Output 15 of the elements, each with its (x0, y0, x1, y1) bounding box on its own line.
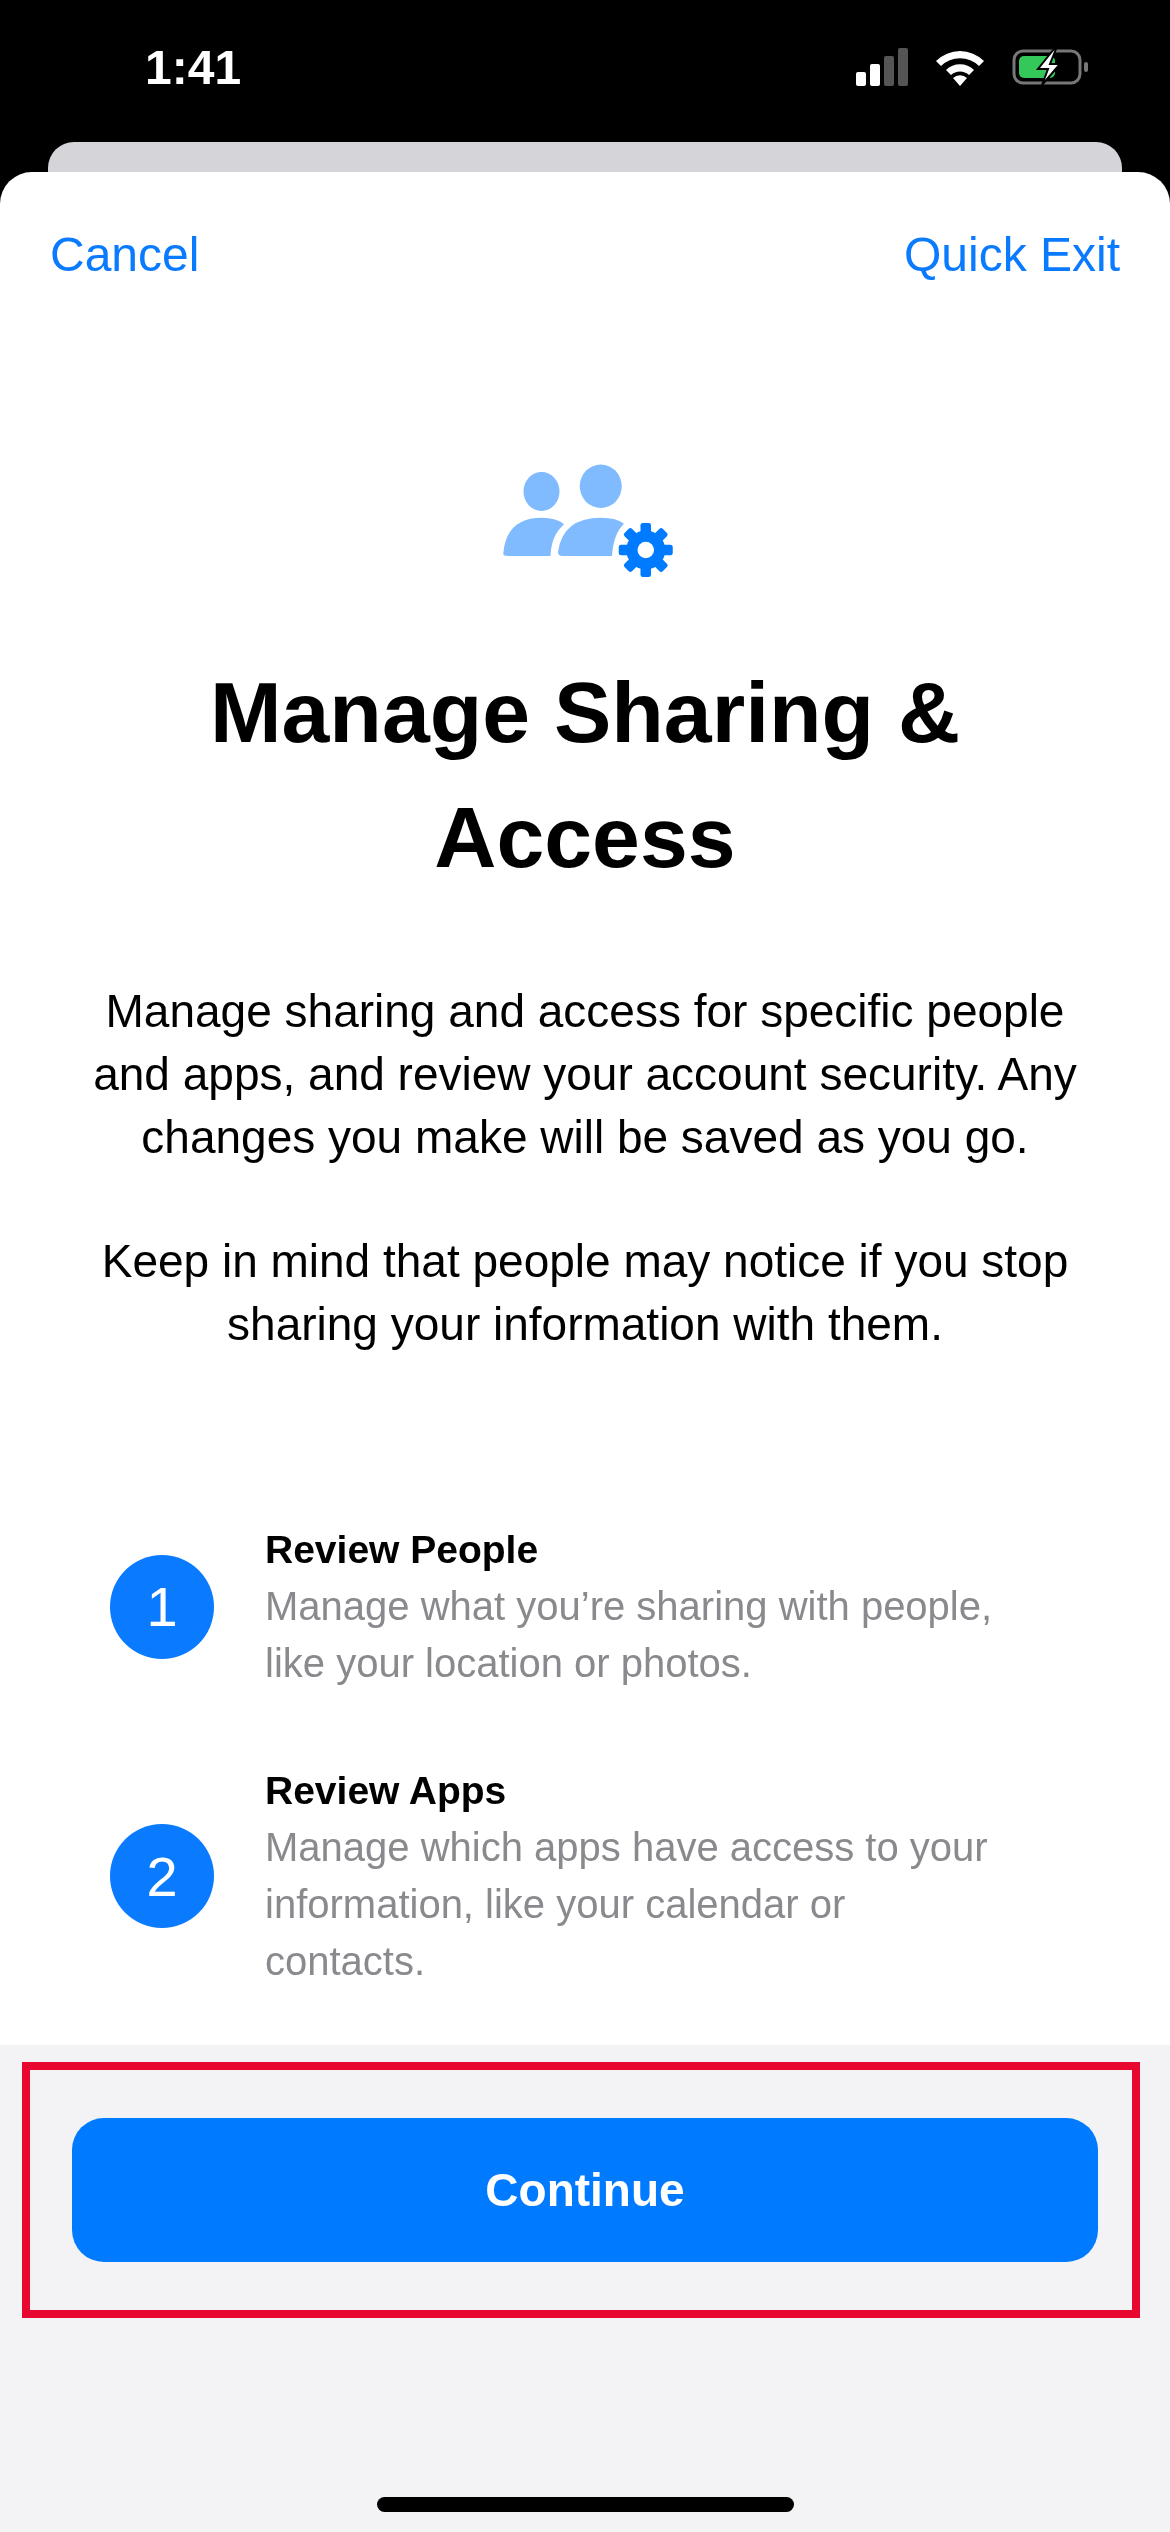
cancel-link[interactable]: Cancel (50, 226, 200, 284)
step-number: 2 (110, 1824, 214, 1928)
step-description: Manage which apps have access to your information, like your calendar or contacts. (265, 1824, 989, 1985)
signal-icon (856, 48, 908, 86)
step-title: Review Apps (265, 1768, 508, 1814)
status-time: 1:41 (145, 39, 242, 95)
step-title: Review People (265, 1527, 540, 1573)
page-title: Manage Sharing & Access (208, 663, 962, 887)
description-text: Manage sharing and access for specific people and apps, and review your account security. Any changes you make will be saved as you go. (92, 984, 1078, 1165)
description-text: Keep in mind that people may notice if you stop sharing your information with them. (100, 1234, 1070, 1352)
step-description: Manage what you’re sharing with people, like your location or photos. (265, 1583, 994, 1687)
continue-button[interactable]: Continue (72, 2118, 1098, 2262)
wifi-icon (934, 48, 986, 86)
step-number: 1 (110, 1554, 214, 1659)
quick-exit-link[interactable]: Quick Exit (903, 226, 1120, 284)
